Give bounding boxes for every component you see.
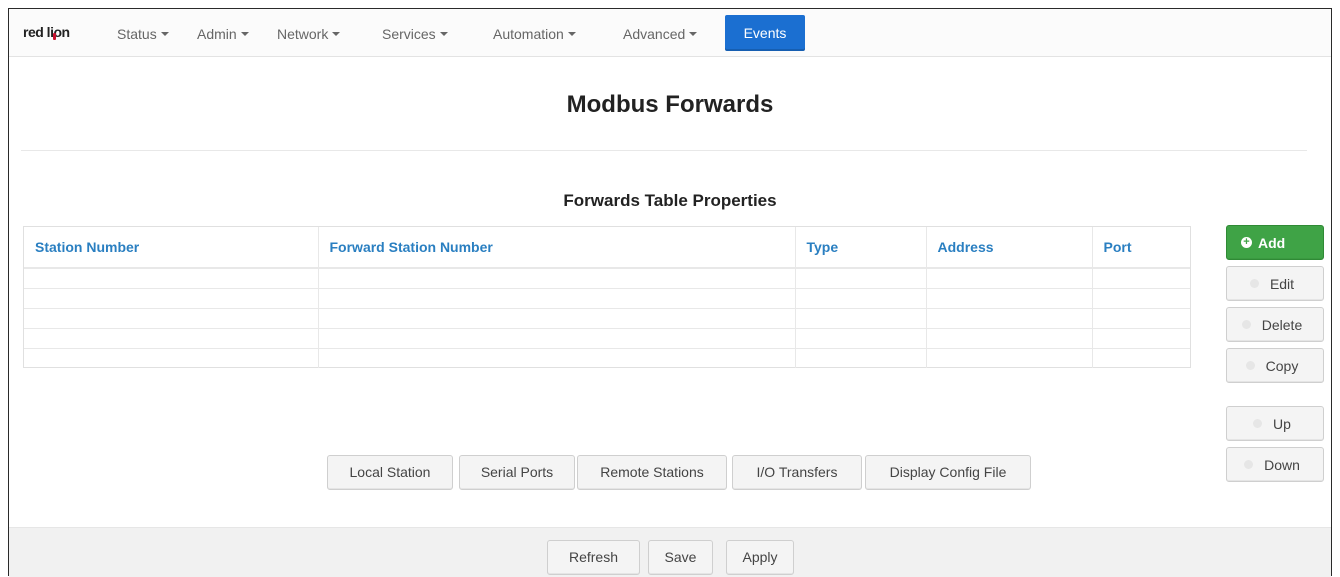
column-header-forward-station-number[interactable]: Forward Station Number bbox=[318, 227, 796, 269]
nav-admin[interactable]: Admin bbox=[197, 26, 249, 42]
copy-button-label: Copy bbox=[1265, 357, 1299, 374]
table-cell bbox=[1092, 347, 1190, 368]
chevron-down-icon bbox=[240, 32, 249, 36]
nav-advanced-label: Advanced bbox=[623, 26, 686, 42]
remote-stations-button[interactable]: Remote Stations bbox=[577, 455, 727, 490]
table-cell bbox=[926, 327, 1093, 348]
plus-circle-icon: + bbox=[1241, 237, 1252, 248]
logo-text-part-1: red l bbox=[23, 24, 51, 40]
nav-status-label: Status bbox=[117, 26, 157, 42]
nav-automation[interactable]: Automation bbox=[493, 26, 576, 42]
down-button-label: Down bbox=[1264, 456, 1300, 473]
table-cell bbox=[926, 347, 1093, 368]
column-header-type[interactable]: Type bbox=[795, 227, 927, 269]
table-cell bbox=[795, 267, 927, 288]
local-station-button[interactable]: Local Station bbox=[327, 455, 453, 490]
table-row[interactable] bbox=[24, 307, 1190, 328]
save-button[interactable]: Save bbox=[648, 540, 713, 575]
table-cell bbox=[926, 267, 1093, 288]
page-title: Modbus Forwards bbox=[566, 91, 774, 118]
table-cell bbox=[24, 347, 319, 368]
table-cell bbox=[24, 307, 319, 328]
serial-ports-button[interactable]: Serial Ports bbox=[459, 455, 575, 490]
edit-button[interactable]: Edit bbox=[1226, 266, 1324, 301]
minus-circle-icon bbox=[1241, 320, 1251, 329]
table-cell bbox=[318, 327, 796, 348]
refresh-button[interactable]: Refresh bbox=[547, 540, 640, 575]
column-header-port[interactable]: Port bbox=[1092, 227, 1190, 269]
table-cell bbox=[795, 327, 927, 348]
chevron-down-icon bbox=[567, 32, 576, 36]
edit-icon bbox=[1249, 279, 1259, 288]
chevron-down-icon bbox=[332, 32, 341, 36]
red-lion-logo[interactable]: red lion bbox=[23, 24, 70, 40]
table-cell bbox=[795, 287, 927, 308]
nav-automation-label: Automation bbox=[493, 26, 564, 42]
section-title: Forwards Table Properties bbox=[563, 191, 777, 210]
table-cell bbox=[1092, 287, 1190, 308]
arrow-up-icon bbox=[1253, 419, 1263, 428]
table-cell bbox=[1092, 267, 1190, 288]
chevron-down-icon bbox=[689, 32, 698, 36]
edit-button-label: Edit bbox=[1269, 275, 1295, 292]
nav-network[interactable]: Network bbox=[277, 26, 341, 42]
table-cell bbox=[1092, 307, 1190, 328]
apply-button[interactable]: Apply bbox=[726, 540, 794, 575]
table-cell bbox=[24, 287, 319, 308]
nav-events-button[interactable]: Events bbox=[725, 15, 805, 51]
arrow-down-icon bbox=[1244, 460, 1254, 469]
chevron-down-icon bbox=[439, 32, 448, 36]
table-cell bbox=[24, 267, 319, 288]
table-cell bbox=[926, 287, 1093, 308]
divider bbox=[21, 150, 1307, 151]
add-button[interactable]: + Add bbox=[1226, 225, 1324, 260]
app-frame: red lion Status Admin Network Services A… bbox=[8, 8, 1332, 577]
up-button[interactable]: Up bbox=[1226, 406, 1324, 441]
copy-button[interactable]: Copy bbox=[1226, 348, 1324, 383]
footer-bar: Refresh Save Apply bbox=[9, 527, 1331, 577]
forwards-table: Station Number Forward Station Number Ty… bbox=[23, 226, 1191, 368]
display-config-file-button[interactable]: Display Config File bbox=[865, 455, 1031, 490]
add-button-label: Add bbox=[1258, 234, 1286, 251]
nav-services[interactable]: Services bbox=[382, 26, 448, 42]
delete-button-label: Delete bbox=[1261, 316, 1303, 333]
down-button[interactable]: Down bbox=[1226, 447, 1324, 482]
table-row[interactable] bbox=[24, 347, 1190, 368]
logo-text-part-2: i bbox=[50, 24, 54, 40]
nav-network-label: Network bbox=[277, 26, 329, 42]
nav-advanced[interactable]: Advanced bbox=[623, 26, 698, 42]
table-cell bbox=[795, 347, 927, 368]
io-transfers-button[interactable]: I/O Transfers bbox=[732, 455, 862, 490]
table-cell bbox=[318, 267, 796, 288]
table-row[interactable] bbox=[24, 327, 1190, 348]
copy-icon bbox=[1245, 361, 1255, 370]
nav-admin-label: Admin bbox=[197, 26, 237, 42]
top-navbar: red lion Status Admin Network Services A… bbox=[9, 9, 1331, 57]
column-header-station-number[interactable]: Station Number bbox=[24, 227, 319, 269]
column-header-address[interactable]: Address bbox=[926, 227, 1093, 269]
table-cell bbox=[318, 347, 796, 368]
delete-button[interactable]: Delete bbox=[1226, 307, 1324, 342]
table-cell bbox=[318, 287, 796, 308]
nav-services-label: Services bbox=[382, 26, 436, 42]
up-button-label: Up bbox=[1273, 415, 1291, 432]
table-cell bbox=[318, 307, 796, 328]
table-cell bbox=[926, 307, 1093, 328]
table-header-row: Station Number Forward Station Number Ty… bbox=[24, 227, 1190, 269]
table-row[interactable] bbox=[24, 287, 1190, 308]
table-cell bbox=[24, 327, 319, 348]
chevron-down-icon bbox=[160, 32, 169, 36]
table-cell bbox=[1092, 327, 1190, 348]
table-row[interactable] bbox=[24, 267, 1190, 288]
nav-status[interactable]: Status bbox=[117, 26, 169, 42]
table-cell bbox=[795, 307, 927, 328]
